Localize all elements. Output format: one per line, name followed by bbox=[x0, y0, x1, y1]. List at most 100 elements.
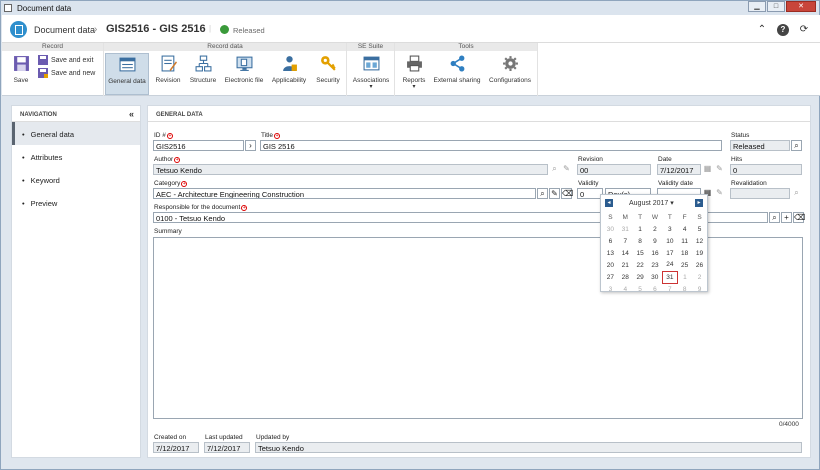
calendar-day[interactable]: 2 bbox=[648, 223, 663, 235]
calendar-day[interactable]: 4 bbox=[677, 223, 692, 235]
edit-icon[interactable]: ✎ bbox=[549, 188, 560, 199]
required-icon: + bbox=[174, 157, 181, 163]
calendar-day[interactable]: 15 bbox=[633, 247, 648, 259]
associations-button[interactable]: Associations ▾ bbox=[349, 53, 393, 95]
nav-item-keyword[interactable]: • Keyword bbox=[12, 168, 140, 191]
calendar-day[interactable]: 26 bbox=[692, 259, 707, 271]
calendar-day[interactable]: 6 bbox=[648, 283, 663, 295]
calendar-day[interactable]: 3 bbox=[662, 223, 677, 235]
calendar-day[interactable]: 3 bbox=[603, 283, 618, 295]
configurations-button[interactable]: Configurations bbox=[486, 53, 534, 95]
revision-button[interactable]: Revision bbox=[151, 53, 185, 95]
save-label: Save bbox=[13, 77, 29, 84]
calendar-day[interactable]: 27 bbox=[603, 271, 618, 283]
calendar-day[interactable]: 4 bbox=[618, 283, 633, 295]
id-label: ID # + bbox=[154, 132, 173, 139]
chevron-right-button[interactable]: › bbox=[245, 140, 256, 151]
minimize-button[interactable]: ▁ bbox=[748, 1, 766, 12]
calendar-day[interactable]: 12 bbox=[692, 235, 707, 247]
calendar-day[interactable]: 7 bbox=[662, 283, 677, 295]
structure-button[interactable]: Structure bbox=[187, 53, 219, 95]
nav-item-general-data[interactable]: • General data bbox=[12, 122, 140, 145]
clear-icon[interactable]: ⌫ bbox=[561, 188, 573, 199]
save-and-exit-button[interactable]: Save and exit bbox=[38, 55, 93, 65]
calendar-day[interactable]: 14 bbox=[618, 247, 633, 259]
calendar-day[interactable]: 20 bbox=[603, 259, 618, 271]
collapse-up-icon[interactable]: ⌃ bbox=[756, 24, 768, 36]
prev-month-button[interactable]: ◂ bbox=[605, 199, 613, 207]
close-window-button[interactable]: ✕ bbox=[786, 1, 816, 12]
calendar-day[interactable]: 16 bbox=[648, 247, 663, 259]
calendar-day[interactable]: 23 bbox=[648, 259, 663, 271]
weekday-header: M bbox=[622, 213, 628, 221]
calendar-day[interactable]: 5 bbox=[692, 223, 707, 235]
calendar-day[interactable]: 1 bbox=[677, 271, 692, 283]
category-field[interactable]: AEC - Architecture Engineering Construct… bbox=[153, 188, 536, 199]
nav-item-preview[interactable]: • Preview bbox=[12, 191, 140, 214]
id-field[interactable]: GIS2516 bbox=[153, 140, 244, 151]
external-sharing-button[interactable]: External sharing bbox=[432, 53, 482, 95]
clear-icon[interactable]: ⌫ bbox=[793, 212, 805, 223]
calendar-day[interactable]: 9 bbox=[648, 235, 663, 247]
calendar-day[interactable]: 17 bbox=[662, 247, 677, 259]
refresh-icon[interactable]: ⟳ bbox=[798, 24, 810, 36]
calendar-day[interactable]: 11 bbox=[677, 235, 692, 247]
calendar-day[interactable]: 10 bbox=[662, 235, 677, 247]
calendar-day[interactable]: 24 bbox=[662, 259, 677, 271]
calendar-day[interactable]: 2 bbox=[692, 271, 707, 283]
reports-button[interactable]: Reports ▾ bbox=[398, 53, 430, 95]
group-record: Record Save Save and exit Save and new bbox=[2, 43, 104, 96]
save-button[interactable]: Save bbox=[6, 53, 36, 95]
breadcrumb[interactable]: Document data bbox=[34, 25, 95, 35]
binoculars-icon[interactable]: ⌕ bbox=[791, 140, 802, 151]
calendar-grid: S M T W T F S 30 31 1 2 3 4 5 6 7 8 9 10 11 12 13 14 15 16 17 18 19… bbox=[603, 211, 707, 295]
calendar-day[interactable]: 28 bbox=[618, 271, 633, 283]
next-month-button[interactable]: ▸ bbox=[695, 199, 703, 207]
search-icon[interactable]: ⌕ bbox=[769, 212, 780, 223]
applicability-button[interactable]: Applicability bbox=[269, 53, 309, 95]
help-icon[interactable]: ? bbox=[777, 24, 789, 36]
calendar-day[interactable]: 31 bbox=[661, 270, 678, 284]
page-header: Document data › GIS2516 - GIS 2516 | Rel… bbox=[2, 15, 820, 43]
page-title: GIS2516 - GIS 2516 bbox=[106, 23, 206, 35]
validity-label: Validity bbox=[578, 180, 599, 187]
calendar-day[interactable]: 19 bbox=[692, 247, 707, 259]
add-icon[interactable]: + bbox=[781, 212, 792, 223]
calendar-day[interactable]: 25 bbox=[677, 259, 692, 271]
date-label: Date bbox=[658, 156, 672, 163]
clear-date-icon[interactable]: ✎ bbox=[714, 188, 725, 199]
maximize-button[interactable]: □ bbox=[767, 1, 785, 12]
security-button[interactable]: Security bbox=[311, 53, 345, 95]
calendar-day[interactable]: 5 bbox=[633, 283, 648, 295]
weekday-header: W bbox=[651, 213, 659, 221]
calendar-day[interactable]: 29 bbox=[633, 271, 648, 283]
title-field[interactable]: GIS 2516 bbox=[260, 140, 722, 151]
calendar-day[interactable]: 30 bbox=[648, 271, 663, 283]
month-selector[interactable]: August 2017 ▾ bbox=[629, 199, 674, 207]
status-released-icon bbox=[220, 25, 229, 34]
calendar-day[interactable]: 30 bbox=[603, 223, 618, 235]
required-icon: + bbox=[181, 181, 188, 187]
general-data-button[interactable]: General data bbox=[105, 53, 149, 95]
nav-item-attributes[interactable]: • Attributes bbox=[12, 145, 140, 168]
app-icon bbox=[4, 4, 12, 12]
save-and-new-button[interactable]: Save and new bbox=[38, 68, 95, 78]
summary-label: Summary bbox=[154, 228, 182, 235]
required-icon: + bbox=[166, 133, 173, 139]
calendar-day[interactable]: 22 bbox=[633, 259, 648, 271]
weekday-header: S bbox=[608, 213, 613, 221]
calendar-day[interactable]: 13 bbox=[603, 247, 618, 259]
calendar-day[interactable]: 18 bbox=[677, 247, 692, 259]
revision-icon bbox=[161, 55, 177, 72]
electronic-file-button[interactable]: Electronic file bbox=[221, 53, 267, 95]
calendar-day[interactable]: 7 bbox=[618, 235, 633, 247]
calendar-day[interactable]: 8 bbox=[677, 283, 692, 295]
calendar-day[interactable]: 1 bbox=[633, 223, 648, 235]
calendar-day[interactable]: 21 bbox=[618, 259, 633, 271]
calendar-day[interactable]: 6 bbox=[603, 235, 618, 247]
calendar-day[interactable]: 31 bbox=[618, 223, 633, 235]
search-icon[interactable]: ⌕ bbox=[537, 188, 548, 199]
calendar-day[interactable]: 8 bbox=[633, 235, 648, 247]
collapse-left-icon[interactable]: « bbox=[129, 109, 134, 119]
calendar-day[interactable]: 9 bbox=[692, 283, 707, 295]
